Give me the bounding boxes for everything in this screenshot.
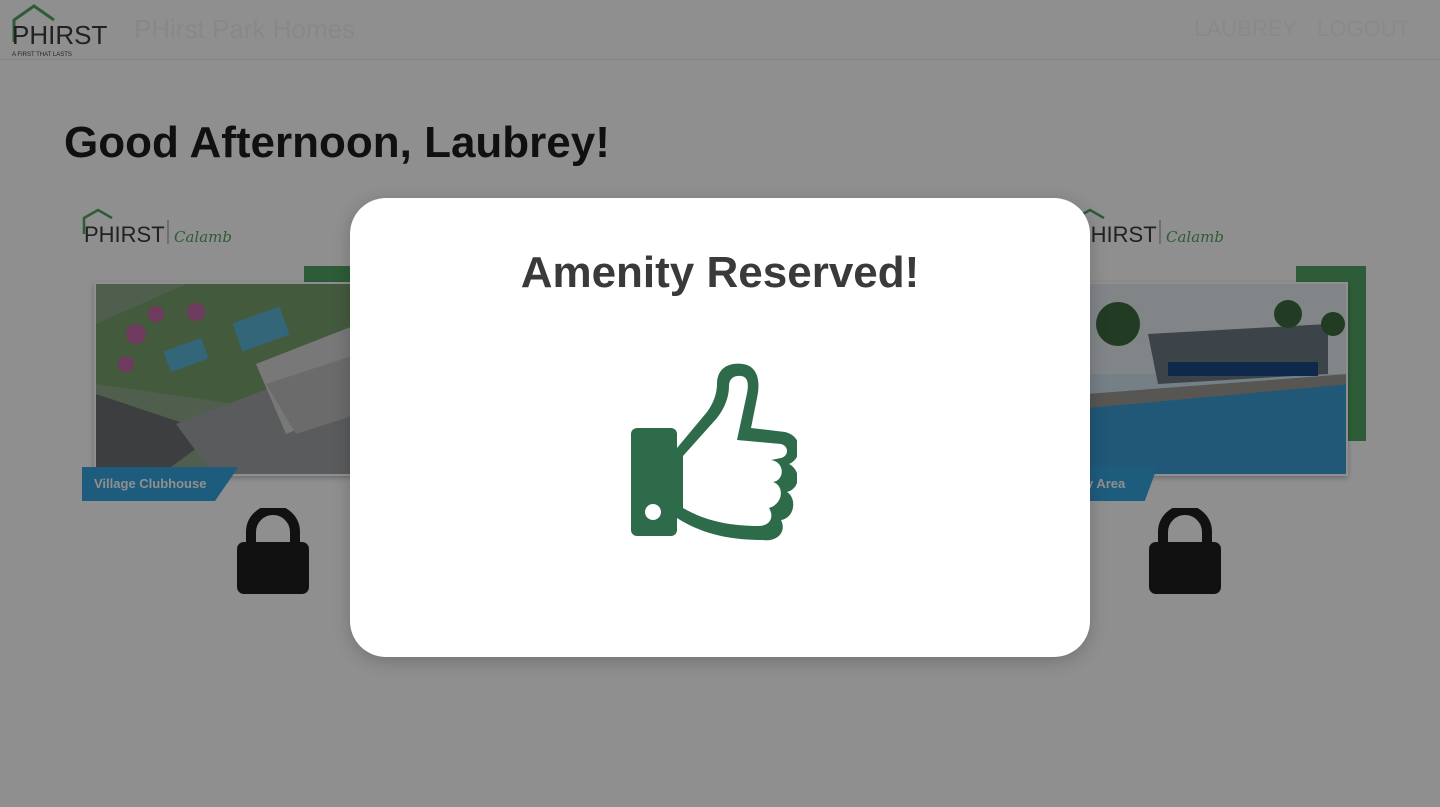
thumbs-up-icon [631, 363, 797, 541]
modal-title: Amenity Reserved! [520, 248, 920, 297]
reservation-success-modal: Amenity Reserved! [350, 198, 1090, 657]
